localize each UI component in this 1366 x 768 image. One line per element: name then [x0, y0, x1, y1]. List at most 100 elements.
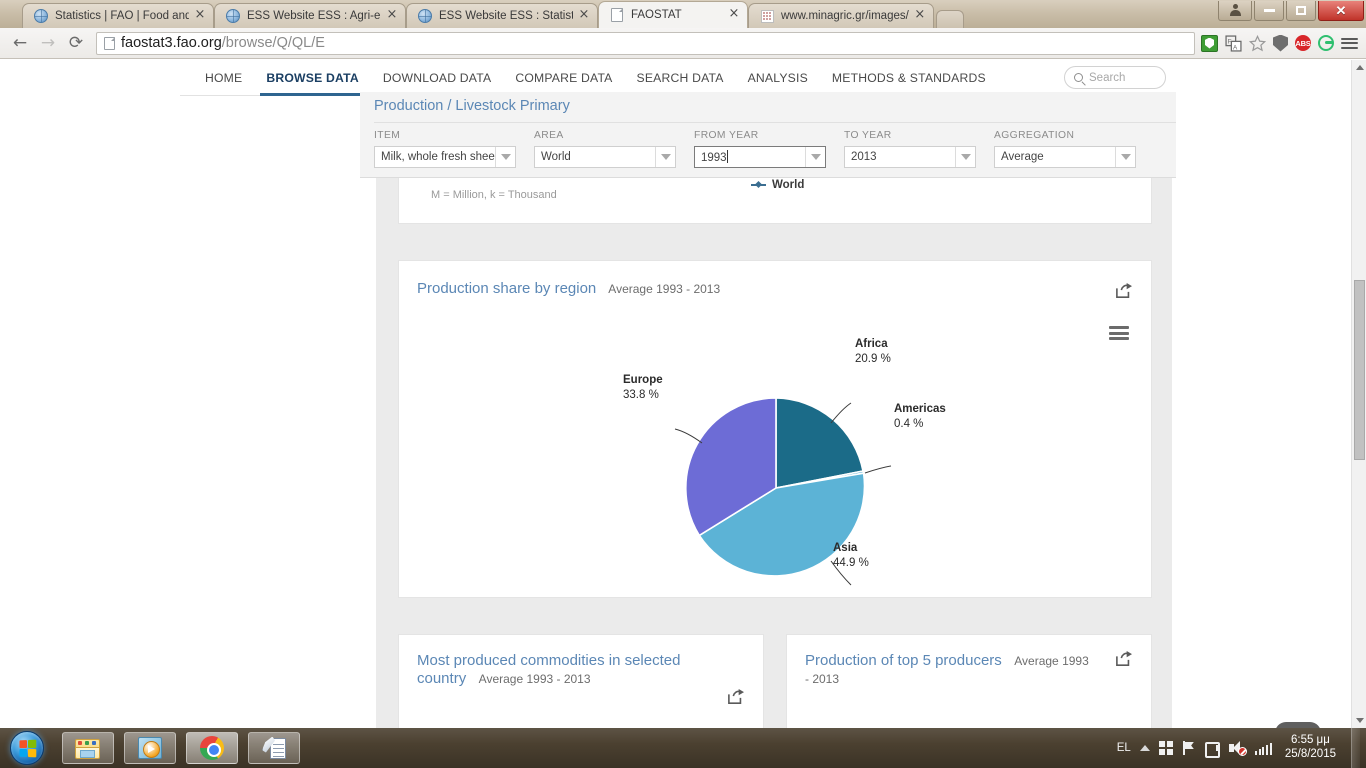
nav-item-search-data[interactable]: SEARCH DATA: [625, 60, 736, 96]
forward-icon[interactable]: →: [34, 30, 62, 56]
browser-tab-3[interactable]: ESS Website ESS : Statistic ×: [406, 3, 598, 28]
taskbar-item-google-chrome[interactable]: [186, 732, 238, 764]
filter-row: ITEM Milk, whole fresh sheep AREA World …: [374, 130, 1136, 168]
browser-tab-4-active[interactable]: FAOSTAT ×: [598, 1, 748, 28]
pie-value-americas: 0.4 %: [894, 418, 923, 430]
pie-label-africa: Africa: [855, 338, 888, 350]
page-left-margin: [180, 60, 376, 728]
area-select[interactable]: World: [534, 146, 676, 168]
browser-tab-2[interactable]: ESS Website ESS : Agri-en ×: [214, 3, 406, 28]
filter-field-area: AREA World: [534, 130, 676, 168]
item-select[interactable]: Milk, whole fresh sheep: [374, 146, 516, 168]
nav-item-methods-standards[interactable]: METHODS & STANDARDS: [820, 60, 998, 96]
close-window-button[interactable]: ✕: [1318, 1, 1364, 21]
scrollbar-up-arrow-icon[interactable]: [1352, 60, 1366, 75]
nav-item-browse-data[interactable]: BROWSE DATA: [254, 60, 370, 96]
nav-item-download-data[interactable]: DOWNLOAD DATA: [371, 60, 503, 96]
from-year-input[interactable]: 1993: [694, 146, 826, 168]
to-year-input[interactable]: 2013: [844, 146, 976, 168]
document-app-icon: [262, 736, 286, 760]
window-controls: ✕: [1218, 0, 1366, 22]
area-select-value: World: [541, 151, 571, 163]
legend-label-world: World: [772, 179, 805, 191]
volume-muted-icon[interactable]: [1228, 741, 1247, 756]
shield-icon[interactable]: [1273, 34, 1288, 52]
windows-logo-icon: [10, 731, 44, 765]
adblock-icon[interactable]: ABS: [1295, 35, 1311, 51]
system-tray: EL 6:55 μμ 25/8/2015: [1117, 728, 1366, 768]
close-icon[interactable]: ×: [727, 7, 741, 22]
media-player-icon: [138, 737, 162, 759]
clock[interactable]: 6:55 μμ 25/8/2015: [1281, 734, 1340, 762]
show-desktop-button[interactable]: [1351, 728, 1360, 768]
chevron-down-icon[interactable]: [655, 147, 675, 167]
address-bar-url: faostat3.fao.org/browse/Q/QL/E: [121, 35, 325, 51]
close-icon[interactable]: ×: [193, 8, 207, 23]
chevron-down-icon[interactable]: [805, 147, 825, 167]
chrome-menu-icon[interactable]: [1341, 35, 1358, 52]
translate-icon[interactable]: FA: [1225, 34, 1242, 52]
windows-icon[interactable]: [1158, 741, 1173, 755]
back-icon[interactable]: ←: [6, 30, 34, 56]
flag-icon[interactable]: [1182, 741, 1196, 755]
start-button[interactable]: [4, 731, 50, 765]
nav-item-compare-data[interactable]: COMPARE DATA: [503, 60, 624, 96]
show-hidden-icons-icon[interactable]: [1139, 745, 1150, 751]
minimize-button[interactable]: [1254, 1, 1284, 21]
new-tab-button[interactable]: [935, 10, 964, 28]
network-icon[interactable]: [1254, 741, 1272, 755]
nav-item-home[interactable]: HOME: [193, 60, 254, 96]
taskbar-item-media-player[interactable]: [124, 732, 176, 764]
divider: [374, 122, 1176, 123]
close-icon[interactable]: ×: [577, 8, 591, 23]
wot-icon[interactable]: [1201, 34, 1218, 52]
close-icon[interactable]: ×: [913, 8, 927, 23]
taskbar-item-windows-explorer[interactable]: [62, 732, 114, 764]
chevron-down-icon[interactable]: [1115, 147, 1135, 167]
reload-icon[interactable]: ⟳: [62, 30, 90, 56]
aggregation-select[interactable]: Average: [994, 146, 1136, 168]
filter-label-to-year: TO YEAR: [844, 130, 892, 141]
filter-field-aggregation: AGGREGATION Average: [994, 130, 1136, 168]
top-5-producers-card: Production of top 5 producers Average 19…: [786, 634, 1152, 728]
plug-icon[interactable]: [1204, 741, 1220, 758]
search-icon: [1074, 73, 1083, 82]
profile-button[interactable]: [1218, 1, 1252, 21]
page-info-icon: [104, 36, 115, 50]
chart-legend[interactable]: World: [751, 179, 804, 191]
chevron-down-icon[interactable]: [955, 147, 975, 167]
nav-item-analysis[interactable]: ANALYSIS: [736, 60, 820, 96]
chevron-down-icon[interactable]: [495, 147, 515, 167]
browser-tabstrip: Statistics | FAO | Food and × ESS Websit…: [0, 0, 1366, 28]
taskbar-item-document-app[interactable]: [248, 732, 300, 764]
scrollbar-down-arrow-icon[interactable]: [1352, 713, 1366, 728]
document-favicon-icon: [609, 7, 625, 23]
item-select-value: Milk, whole fresh sheep: [381, 151, 495, 163]
language-indicator[interactable]: EL: [1117, 742, 1131, 754]
ghostery-icon[interactable]: [1318, 35, 1334, 51]
close-icon[interactable]: ×: [385, 8, 399, 23]
browser-toolbar: ← → ⟳ faostat3.fao.org/browse/Q/QL/E FA …: [0, 28, 1366, 59]
url-path: /browse/Q/QL/E: [221, 35, 325, 51]
aggregation-select-value: Average: [1001, 151, 1044, 163]
address-bar[interactable]: faostat3.fao.org/browse/Q/QL/E: [96, 31, 1195, 55]
search-placeholder: Search: [1089, 71, 1126, 84]
tab-title: ESS Website ESS : Agri-en: [247, 10, 381, 22]
pie-chart-card: Production share by region Average 1993 …: [398, 260, 1152, 598]
pie-label-europe: Europe: [623, 374, 663, 386]
pie-chart[interactable]: Africa 20.9 % Americas 0.4 % Asia 44.9 %…: [399, 261, 1153, 599]
pie-value-asia: 44.9 %: [833, 557, 869, 569]
site-search-input[interactable]: Search: [1064, 66, 1166, 89]
page-scrollbar[interactable]: [1351, 60, 1366, 728]
breadcrumb[interactable]: Production / Livestock Primary: [374, 98, 570, 114]
pie-chart-svg[interactable]: Africa 20.9 % Americas 0.4 % Asia 44.9 %…: [399, 261, 1153, 599]
nav-items: HOME BROWSE DATA DOWNLOAD DATA COMPARE D…: [180, 60, 998, 96]
restore-button[interactable]: [1286, 1, 1316, 21]
browser-tab-1[interactable]: Statistics | FAO | Food and ×: [22, 3, 214, 28]
windows-taskbar: EL 6:55 μμ 25/8/2015: [0, 728, 1366, 768]
browser-tab-5[interactable]: www.minagric.gr/images/ ×: [748, 3, 934, 28]
scrollbar-thumb[interactable]: [1354, 280, 1365, 460]
bookmark-star-icon[interactable]: [1248, 34, 1267, 52]
browser-titlebar: Statistics | FAO | Food and × ESS Websit…: [0, 0, 1366, 28]
br-mini-chart: 1,500k: [787, 635, 1151, 728]
